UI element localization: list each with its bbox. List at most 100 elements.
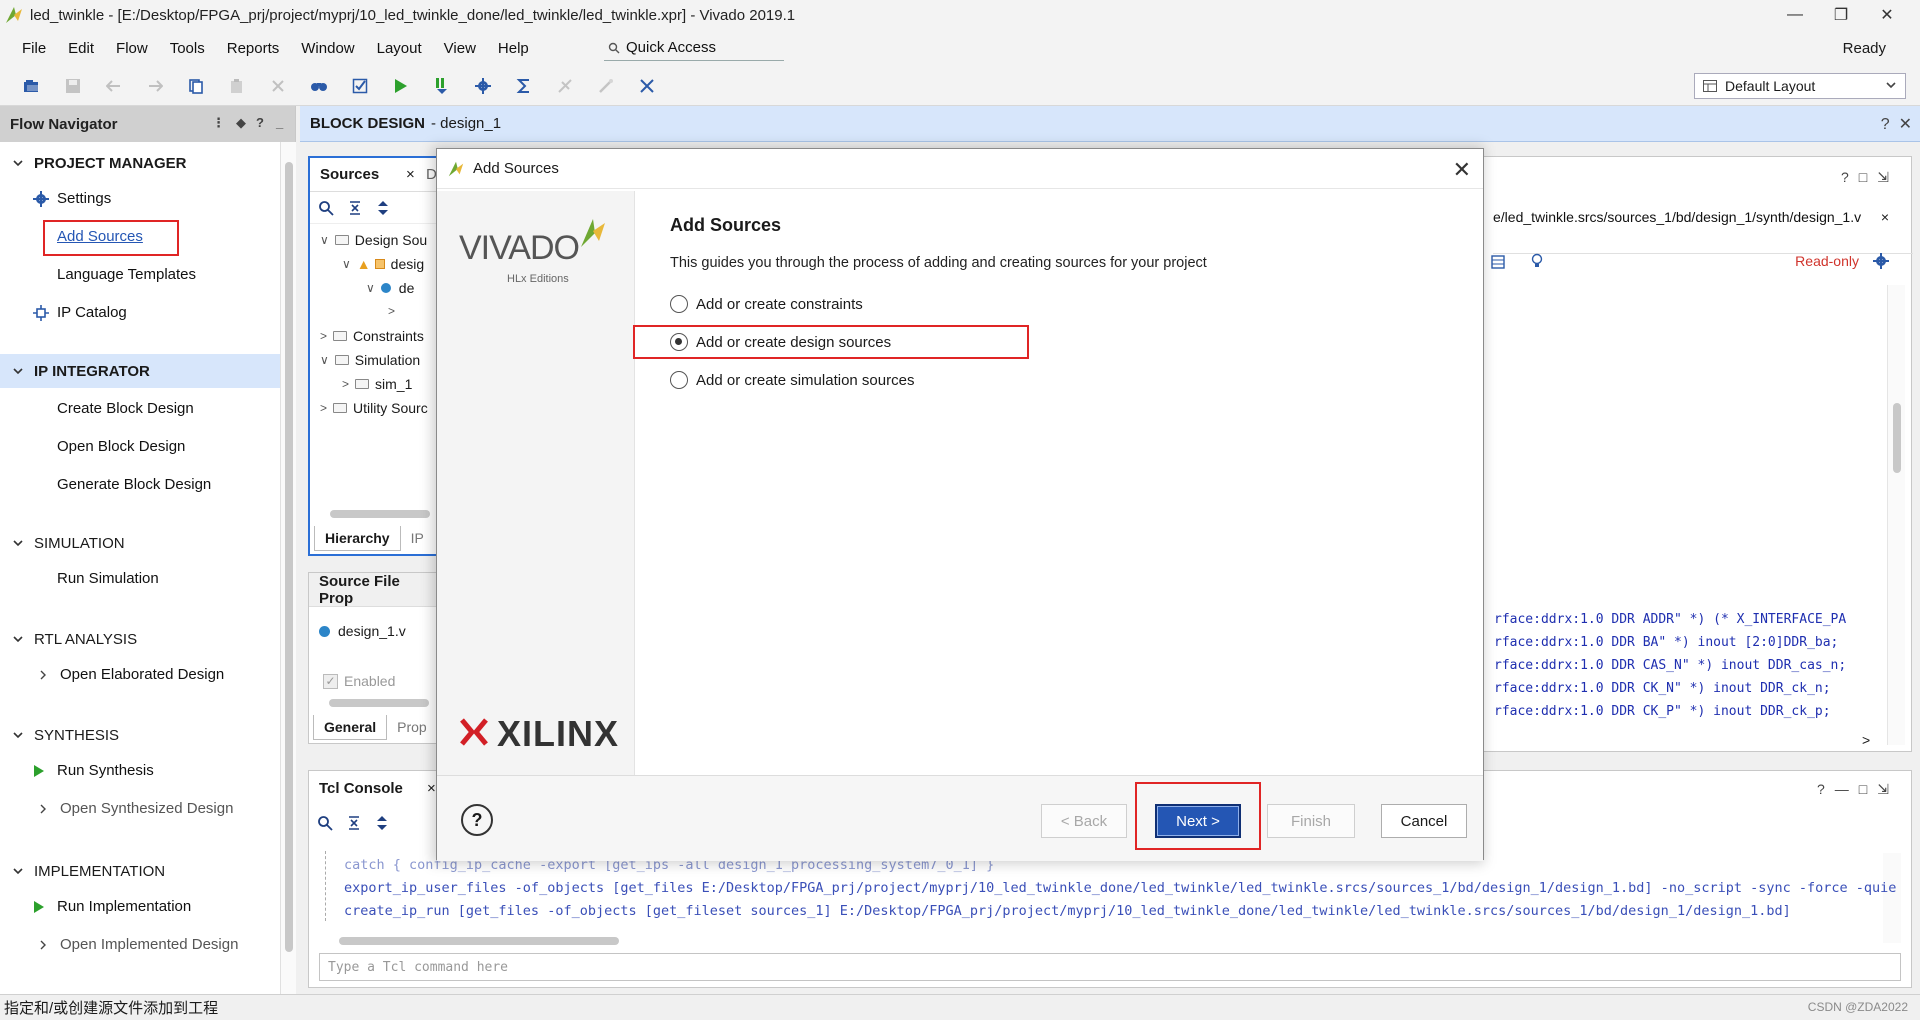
nav-item-language-templates[interactable]: Language Templates: [57, 266, 196, 283]
menu-tools[interactable]: Tools: [170, 40, 205, 57]
tab-ip[interactable]: IP: [401, 526, 434, 550]
check-icon[interactable]: [346, 72, 374, 100]
find-icon[interactable]: [305, 72, 333, 100]
help-icon[interactable]: ?: [256, 115, 264, 130]
menu-layout[interactable]: Layout: [377, 40, 422, 57]
sigma-icon[interactable]: [510, 72, 538, 100]
finish-button[interactable]: Finish: [1267, 804, 1355, 838]
close-icon[interactable]: ✕: [1453, 157, 1471, 183]
nav-item-ip-catalog[interactable]: IP Catalog: [33, 304, 127, 321]
collapse-all-icon[interactable]: ⋮: [212, 115, 225, 131]
tab-hierarchy[interactable]: Hierarchy: [314, 525, 401, 551]
save-icon[interactable]: [59, 72, 87, 100]
nav-section-synthesis[interactable]: SYNTHESIS: [0, 718, 280, 752]
menu-reports[interactable]: Reports: [227, 40, 280, 57]
tcl-window-controls[interactable]: ?—□⇲: [1817, 781, 1899, 798]
back-button[interactable]: < Back: [1041, 804, 1127, 838]
tree-design-bd[interactable]: ∨ ▲ desig: [342, 256, 424, 272]
editor-vscroll[interactable]: [1887, 285, 1905, 745]
enabled-checkbox[interactable]: ✓ Enabled: [323, 673, 395, 689]
close-window-button[interactable]: ✕: [1864, 0, 1910, 30]
tree-utility-sources[interactable]: > Utility Sourc: [320, 400, 428, 416]
nav-item-run-synthesis[interactable]: Run Synthesis: [34, 762, 154, 779]
tab-general[interactable]: General: [313, 714, 388, 740]
debug-disabled-icon[interactable]: [551, 72, 579, 100]
menu-flow[interactable]: Flow: [116, 40, 148, 57]
help-icon[interactable]: ?: [461, 804, 493, 836]
radio-button[interactable]: [670, 371, 688, 389]
props-hscroll[interactable]: [313, 697, 433, 709]
nav-section-implementation[interactable]: IMPLEMENTATION: [0, 854, 280, 888]
minimize-button[interactable]: —: [1772, 0, 1818, 30]
nav-item-run-simulation[interactable]: Run Simulation: [57, 570, 159, 587]
tab-properties[interactable]: Prop: [387, 715, 437, 739]
editor-grid-icon[interactable]: [1491, 255, 1505, 269]
paste-icon[interactable]: [223, 72, 251, 100]
menu-help[interactable]: Help: [498, 40, 529, 57]
menu-file[interactable]: File: [22, 40, 46, 57]
tree-design-wrapper[interactable]: ∨ de: [366, 280, 414, 296]
scrollbar-thumb[interactable]: [285, 162, 293, 952]
expand-all-icon[interactable]: [376, 200, 390, 216]
radio-button[interactable]: [670, 295, 688, 313]
wand-disabled-icon[interactable]: [592, 72, 620, 100]
tree-simulation[interactable]: ∨ Simulation: [320, 352, 420, 368]
radio-add-simulation-sources[interactable]: Add or create simulation sources: [670, 371, 914, 389]
collapse-all-icon[interactable]: [348, 200, 362, 216]
editor-scroll-right[interactable]: >: [1862, 732, 1870, 748]
redo-icon[interactable]: [141, 72, 169, 100]
help-close-icons[interactable]: ? ✕: [1881, 114, 1912, 134]
tree-child[interactable]: >: [388, 304, 401, 318]
lightbulb-icon[interactable]: [1531, 253, 1543, 271]
settings-gear-icon[interactable]: [469, 72, 497, 100]
nav-item-open-elaborated-design[interactable]: Open Elaborated Design: [40, 666, 224, 683]
radio-add-constraints[interactable]: Add or create constraints: [670, 295, 863, 313]
minimize-panel-icon[interactable]: _: [276, 115, 283, 130]
tcl-vscroll[interactable]: [1883, 853, 1901, 943]
tree-sim-1[interactable]: > sim_1: [342, 376, 412, 392]
menu-window[interactable]: Window: [301, 40, 354, 57]
cancel-button[interactable]: Cancel: [1381, 804, 1467, 838]
run-icon[interactable]: [387, 72, 415, 100]
tcl-command-input[interactable]: Type a Tcl command here: [319, 953, 1901, 981]
menu-view[interactable]: View: [444, 40, 476, 57]
sources-tab-title[interactable]: Sources: [320, 166, 379, 183]
nav-section-ip-integrator[interactable]: IP INTEGRATOR: [0, 354, 280, 388]
nav-scrollbar[interactable]: [280, 142, 296, 994]
nav-section-project-manager[interactable]: PROJECT MANAGER: [0, 146, 280, 180]
close-editor-tab-icon[interactable]: ×: [1881, 209, 1889, 225]
nav-item-open-implemented-design[interactable]: Open Implemented Design: [40, 936, 238, 953]
tcl-console-title[interactable]: Tcl Console: [319, 780, 403, 797]
nav-item-open-synthesized-design[interactable]: Open Synthesized Design: [40, 800, 233, 817]
quick-access-search[interactable]: Quick Access: [604, 35, 784, 61]
editor-window-controls[interactable]: ?□⇲: [1841, 169, 1899, 186]
collapse-all-icon[interactable]: [347, 815, 361, 831]
editor-settings-gear-icon[interactable]: [1873, 253, 1889, 269]
restore-button[interactable]: ❐: [1818, 0, 1864, 30]
layout-select[interactable]: Default Layout: [1694, 73, 1906, 99]
undo-icon[interactable]: [100, 72, 128, 100]
nav-item-run-implementation[interactable]: Run Implementation: [34, 898, 191, 915]
expand-icon[interactable]: ◆: [236, 115, 246, 131]
search-icon[interactable]: [317, 815, 333, 831]
nav-section-rtl-analysis[interactable]: RTL ANALYSIS: [0, 622, 280, 656]
nav-item-generate-block-design[interactable]: Generate Block Design: [57, 476, 211, 493]
copy-icon[interactable]: [182, 72, 210, 100]
cross-tools-icon[interactable]: [633, 72, 661, 100]
nav-item-create-block-design[interactable]: Create Block Design: [57, 400, 194, 417]
tree-design-sources[interactable]: ∨ Design Sou: [320, 232, 427, 248]
nav-item-open-block-design[interactable]: Open Block Design: [57, 438, 185, 455]
program-device-icon[interactable]: [428, 72, 456, 100]
close-tab-icon[interactable]: ×: [406, 166, 415, 183]
tree-constraints[interactable]: > Constraints: [320, 328, 424, 344]
scrollbar-thumb[interactable]: [1893, 403, 1901, 473]
nav-section-simulation[interactable]: SIMULATION: [0, 526, 280, 560]
menu-edit[interactable]: Edit: [68, 40, 94, 57]
open-project-icon[interactable]: [18, 72, 46, 100]
delete-icon[interactable]: [264, 72, 292, 100]
search-icon[interactable]: [318, 200, 334, 216]
nav-item-settings[interactable]: Settings: [33, 190, 111, 207]
expand-all-icon[interactable]: [375, 815, 389, 831]
tcl-hscroll[interactable]: [339, 935, 1885, 947]
sources-hscroll[interactable]: [314, 508, 434, 520]
